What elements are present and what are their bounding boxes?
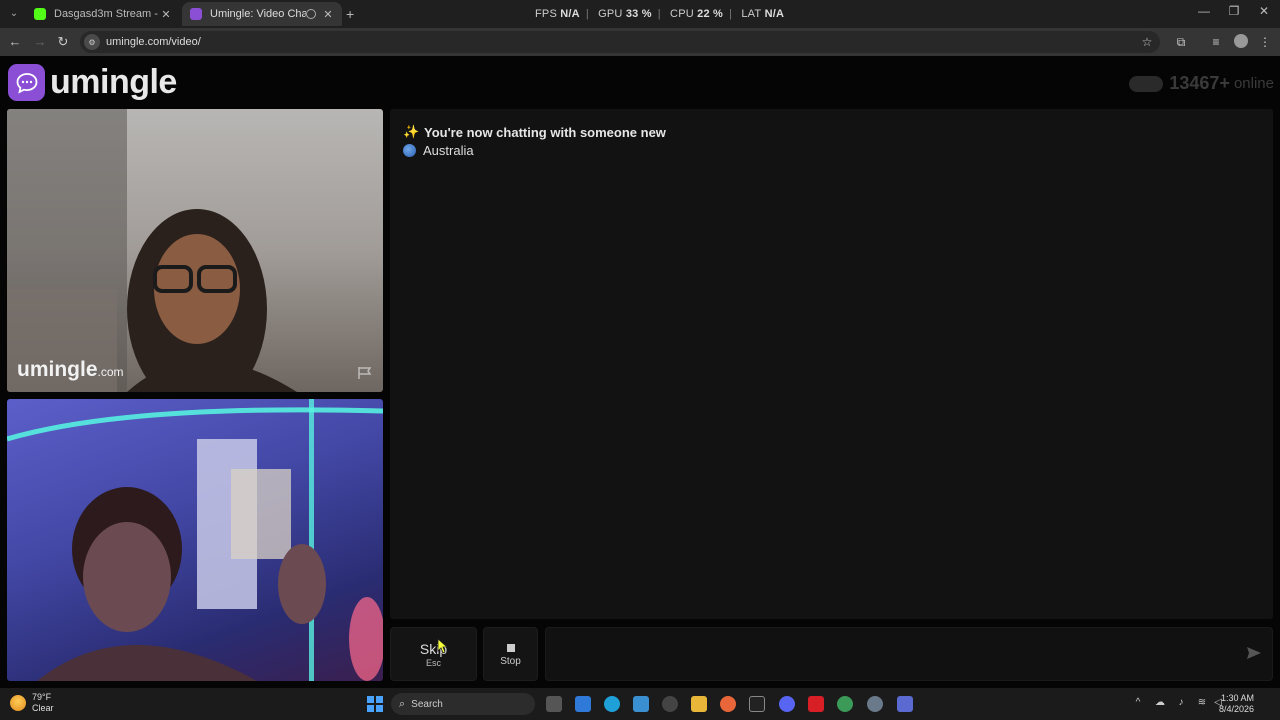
close-tab-icon[interactable]: ✕ xyxy=(160,8,172,21)
kick-favicon-icon xyxy=(34,8,46,20)
search-icon: ⌕ xyxy=(399,697,406,710)
url-text: umingle.com/video/ xyxy=(106,36,201,48)
profile-avatar[interactable] xyxy=(1234,34,1248,48)
task-view-icon[interactable] xyxy=(546,696,562,712)
mouse-cursor-icon xyxy=(437,638,449,654)
reload-icon[interactable]: ↻ xyxy=(55,34,71,50)
stop-square-icon xyxy=(506,644,515,652)
chat-message-input[interactable] xyxy=(545,627,1273,681)
epic-games-icon[interactable] xyxy=(749,696,765,712)
bookmark-star-icon[interactable]: ☆ xyxy=(1139,34,1155,50)
new-tab-plus-icon[interactable]: + xyxy=(346,6,354,22)
stranger-video: umingle.com xyxy=(7,109,383,392)
site-info-icon[interactable]: ⚙ xyxy=(84,34,100,50)
chat-bubble-logo-icon xyxy=(8,64,45,101)
chat-status-message: ✨ You're now chatting with someone new xyxy=(403,124,666,140)
show-hidden-icons-chevron-icon[interactable]: ^ xyxy=(1131,697,1145,708)
stop-button[interactable]: Stop xyxy=(483,627,538,681)
logo-text: umingle xyxy=(50,63,177,101)
skip-button[interactable]: Skip Esc xyxy=(390,627,477,681)
mail-app-icon[interactable] xyxy=(575,696,591,712)
sparkles-icon: ✨ xyxy=(403,124,420,139)
tab-title: Dasgasd3m Stream - Watch Live xyxy=(54,8,160,20)
recording-indicator-icon xyxy=(306,9,316,19)
taskbar-search[interactable]: ⌕ Search xyxy=(391,693,535,715)
umingle-favicon-icon xyxy=(190,8,202,20)
taskbar-clock[interactable]: 1:30 AM 8/4/2026 xyxy=(1219,693,1254,715)
weather-widget[interactable]: 79°F Clear xyxy=(10,692,54,714)
tab-title: Umingle: Video Chat with Strangers xyxy=(210,8,306,20)
tab-umingle[interactable]: Umingle: Video Chat with Strangers ✕ xyxy=(182,2,342,26)
performance-overlay: FPS N/A | GPU 33 % | CPU 22 % | LAT N/A xyxy=(535,8,785,20)
report-flag-icon[interactable] xyxy=(357,366,373,380)
app-icon[interactable] xyxy=(897,696,913,712)
online-count: 13467+ xyxy=(1169,73,1230,93)
chat-panel: ✨ You're now chatting with someone new A… xyxy=(390,109,1273,619)
address-bar[interactable]: ⚙ umingle.com/video/ xyxy=(80,31,1160,53)
close-tab-icon[interactable]: ✕ xyxy=(322,8,334,21)
tab-stream[interactable]: Dasgasd3m Stream - Watch Live ✕ xyxy=(26,2,180,26)
theme-toggle[interactable] xyxy=(1129,75,1164,92)
netflix-icon[interactable] xyxy=(808,696,824,712)
online-label: online xyxy=(1233,75,1274,92)
globe-icon xyxy=(403,144,416,157)
self-video xyxy=(7,399,383,681)
windows-start-icon[interactable] xyxy=(367,696,383,712)
windows-taskbar: 79°F Clear ⌕ Search ^ ☁ ♪ ≋ ◁ 1:30 AM 8/… xyxy=(0,688,1280,720)
wifi-icon[interactable]: ≋ xyxy=(1195,697,1209,708)
send-arrow-icon[interactable] xyxy=(1246,645,1262,661)
discord-icon[interactable] xyxy=(779,696,795,712)
forward-arrow-icon[interactable]: → xyxy=(32,34,48,50)
firefox-icon[interactable] xyxy=(720,696,736,712)
tab-search-chevron-icon[interactable]: ⌄ xyxy=(6,6,22,22)
extensions-icon[interactable]: ⧉ xyxy=(1173,34,1189,50)
stranger-video-feed xyxy=(7,109,297,392)
browser-menu-icon[interactable]: ⋮ xyxy=(1257,34,1273,50)
umingle-logo[interactable]: umingle xyxy=(8,64,177,101)
restore-icon[interactable]: ❐ xyxy=(1219,4,1249,18)
media-controls-icon[interactable]: ≡ xyxy=(1208,34,1224,50)
browser-tab-strip: ⌄ Dasgasd3m Stream - Watch Live ✕ Umingl… xyxy=(0,0,1280,28)
close-window-icon[interactable]: ✕ xyxy=(1249,4,1279,18)
edge-browser-icon[interactable] xyxy=(604,696,620,712)
settings-gear-icon[interactable] xyxy=(867,696,883,712)
onedrive-cloud-icon[interactable]: ☁ xyxy=(1153,697,1167,708)
moon-weather-icon xyxy=(10,695,26,711)
photos-app-icon[interactable] xyxy=(633,696,649,712)
online-counter: 13467+ online xyxy=(1129,73,1274,94)
chrome-icon[interactable] xyxy=(837,696,853,712)
stranger-country: Australia xyxy=(403,143,474,158)
microphone-icon[interactable]: ♪ xyxy=(1174,697,1188,708)
self-video-feed xyxy=(7,399,383,681)
umingle-page: umingle 13467+ online umingle.com ✨ You'… xyxy=(0,56,1280,688)
file-explorer-icon[interactable] xyxy=(691,696,707,712)
browser-toolbar: ← → ↻ ⚙ umingle.com/video/ ☆ ⧉ ≡ ⋮ xyxy=(0,28,1280,56)
obs-studio-icon[interactable] xyxy=(662,696,678,712)
umingle-watermark: umingle.com xyxy=(17,358,124,381)
minimize-icon[interactable]: — xyxy=(1189,4,1219,18)
back-arrow-icon[interactable]: ← xyxy=(7,34,23,50)
